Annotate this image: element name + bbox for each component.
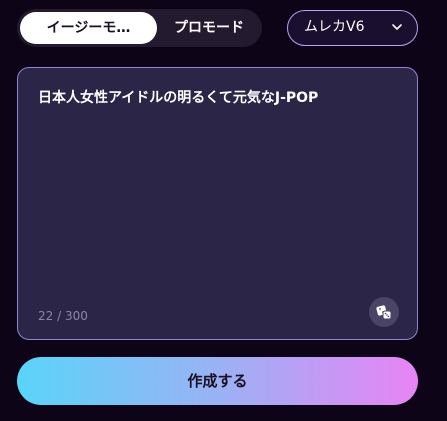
prompt-textarea[interactable]: 日本人女性アイドルの明るくて元気なJ-POP 22 / 300 [17, 67, 418, 340]
easy-mode-tab[interactable]: イージーモ… [20, 12, 157, 44]
model-select[interactable]: ムレカV6 [287, 10, 418, 46]
mode-toggle: イージーモ… プロモード [17, 9, 262, 47]
chevron-down-icon [392, 24, 402, 30]
model-select-value: ムレカV6 [304, 19, 365, 35]
random-prompt-button[interactable] [369, 297, 399, 327]
dice-icon [376, 305, 392, 320]
create-button[interactable]: 作成する [17, 357, 418, 405]
character-counter: 22 / 300 [38, 309, 88, 323]
prompt-text: 日本人女性アイドルの明るくて元気なJ-POP [38, 90, 319, 106]
pro-mode-tab[interactable]: プロモード [159, 12, 259, 44]
app-root: イージーモ… プロモード ムレカV6 日本人女性アイドルの明るくて元気なJ-PO… [0, 0, 447, 421]
